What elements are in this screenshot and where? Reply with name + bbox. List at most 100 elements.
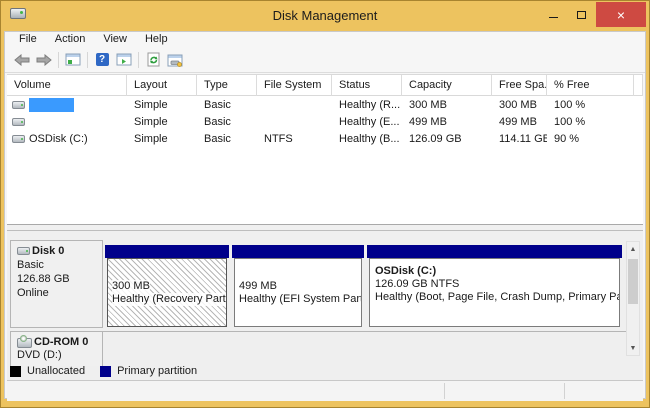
column-header-pct-free[interactable]: % Free bbox=[547, 75, 634, 96]
show-console-tree-button[interactable] bbox=[62, 50, 84, 70]
cell-free-space: 499 MB bbox=[492, 116, 547, 128]
disk0-header-panel[interactable]: Disk 0 Basic 126.88 GB Online bbox=[10, 240, 103, 328]
partition-osdisk[interactable]: OSDisk (C:) 126.09 GB NTFS Healthy (Boot… bbox=[367, 245, 622, 327]
column-header-layout[interactable]: Layout bbox=[127, 75, 197, 96]
refresh-button[interactable] bbox=[142, 50, 164, 70]
cdrom-name: CD-ROM 0 bbox=[34, 336, 88, 349]
disk0-size: 126.88 GB bbox=[17, 272, 102, 286]
cell-status: Healthy (E... bbox=[332, 116, 402, 128]
partition-efi-system[interactable]: 499 MB Healthy (EFI System Partit bbox=[232, 245, 364, 327]
menu-item-action[interactable]: Action bbox=[46, 32, 95, 47]
minimize-button[interactable] bbox=[541, 2, 565, 27]
legend: Unallocated Primary partition bbox=[10, 363, 197, 379]
column-header-capacity[interactable]: Capacity bbox=[402, 75, 492, 96]
cdrom-header-panel[interactable]: CD-ROM 0 DVD (D:) bbox=[10, 332, 103, 366]
partition-name: OSDisk (C:) bbox=[375, 265, 436, 278]
back-arrow-icon bbox=[14, 54, 30, 66]
toolbar-separator bbox=[58, 52, 59, 68]
graphical-view-scrollbar[interactable]: ▲ ▼ bbox=[626, 241, 640, 356]
close-button[interactable]: × bbox=[596, 2, 646, 27]
toolbar-separator bbox=[87, 52, 88, 68]
menubar: File Action View Help bbox=[5, 32, 645, 47]
cell-layout: Simple bbox=[127, 99, 197, 111]
cell-capacity: 499 MB bbox=[402, 116, 492, 128]
pane-splitter[interactable] bbox=[7, 224, 643, 231]
console-tree-icon bbox=[65, 53, 81, 66]
volume-list: Volume Layout Type File System Status Ca… bbox=[7, 74, 643, 224]
minimize-icon bbox=[549, 17, 558, 18]
cell-capacity: 300 MB bbox=[402, 99, 492, 111]
cell-free-space: 300 MB bbox=[492, 99, 547, 111]
graphical-view-pane: Disk 0 Basic 126.88 GB Online 300 MB Hea… bbox=[7, 231, 643, 380]
cell-pct-free: 90 % bbox=[547, 133, 634, 145]
disk0-name: Disk 0 bbox=[32, 244, 64, 258]
client-area: File Action View Help bbox=[4, 31, 646, 399]
help-icon: ? bbox=[96, 53, 109, 66]
table-row-osdisk[interactable]: OSDisk (C:) Simple Basic NTFS Healthy (B… bbox=[7, 130, 643, 147]
cell-free-space: 114.11 GB bbox=[492, 133, 547, 145]
maximize-icon bbox=[577, 11, 586, 19]
partition-color-bar bbox=[367, 245, 622, 258]
cell-layout: Simple bbox=[127, 116, 197, 128]
table-row-efi-volume[interactable]: Simple Basic Healthy (E... 499 MB 499 MB… bbox=[7, 113, 643, 130]
volume-list-header: Volume Layout Type File System Status Ca… bbox=[7, 75, 643, 96]
cell-capacity: 126.09 GB bbox=[402, 133, 492, 145]
column-header-filler bbox=[634, 75, 643, 96]
scroll-down-icon[interactable]: ▼ bbox=[627, 341, 639, 355]
legend-label-unallocated: Unallocated bbox=[27, 365, 85, 377]
toolbar: ? bbox=[5, 47, 645, 73]
volume-drive-icon bbox=[12, 118, 25, 126]
cell-pct-free: 100 % bbox=[547, 99, 634, 111]
primary-partition-swatch bbox=[100, 366, 111, 377]
cell-volume: OSDisk (C:) bbox=[7, 133, 127, 145]
menu-item-file[interactable]: File bbox=[10, 32, 46, 47]
column-header-status[interactable]: Status bbox=[332, 75, 402, 96]
volume-drive-icon bbox=[12, 101, 25, 109]
partition-color-bar bbox=[105, 245, 229, 258]
back-button[interactable] bbox=[11, 50, 33, 70]
refresh-icon bbox=[146, 52, 161, 67]
titlebar[interactable]: Disk Management × bbox=[1, 1, 649, 31]
forward-button[interactable] bbox=[33, 50, 55, 70]
scroll-up-icon[interactable]: ▲ bbox=[627, 242, 639, 256]
volume-drive-icon bbox=[12, 135, 25, 143]
toolbar-separator bbox=[138, 52, 139, 68]
cell-type: Basic bbox=[197, 99, 257, 111]
rescan-disks-button[interactable] bbox=[164, 50, 186, 70]
cell-pct-free: 100 % bbox=[547, 116, 634, 128]
cdrom-drive-icon bbox=[17, 338, 32, 348]
rescan-disks-icon bbox=[167, 53, 183, 67]
cell-type: Basic bbox=[197, 133, 257, 145]
partition-size: 499 MB bbox=[239, 280, 277, 293]
cell-type: Basic bbox=[197, 116, 257, 128]
disk0-status: Online bbox=[17, 286, 102, 300]
selected-volume-name-box[interactable] bbox=[29, 98, 74, 112]
partition-recovery[interactable]: 300 MB Healthy (Recovery Parti bbox=[105, 245, 229, 327]
partition-color-bar bbox=[232, 245, 364, 258]
action-pane-icon bbox=[116, 53, 132, 66]
status-bar-separator bbox=[444, 383, 445, 399]
cdrom-row: CD-ROM 0 DVD (D:) bbox=[10, 331, 627, 365]
table-row-recovery-volume[interactable]: Simple Basic Healthy (R... 300 MB 300 MB… bbox=[7, 96, 643, 113]
disk0-type: Basic bbox=[17, 258, 102, 272]
partition-status: Healthy (EFI System Partit bbox=[239, 293, 362, 306]
menu-item-view[interactable]: View bbox=[94, 32, 136, 47]
show-action-pane-button[interactable] bbox=[113, 50, 135, 70]
partition-status: Healthy (Boot, Page File, Crash Dump, Pr… bbox=[375, 291, 620, 304]
volume-name: OSDisk (C:) bbox=[29, 133, 88, 145]
partition-size: 300 MB bbox=[112, 280, 150, 293]
column-header-type[interactable]: Type bbox=[197, 75, 257, 96]
legend-label-primary-partition: Primary partition bbox=[117, 365, 197, 377]
scrollbar-thumb[interactable] bbox=[628, 259, 638, 304]
cell-volume bbox=[7, 118, 127, 126]
column-header-file-system[interactable]: File System bbox=[257, 75, 332, 96]
menu-item-help[interactable]: Help bbox=[136, 32, 177, 47]
cell-status: Healthy (B... bbox=[332, 133, 402, 145]
status-bar bbox=[7, 380, 643, 401]
column-header-free-space[interactable]: Free Spa... bbox=[492, 75, 547, 96]
cell-status: Healthy (R... bbox=[332, 99, 402, 111]
status-bar-separator bbox=[564, 383, 565, 399]
column-header-volume[interactable]: Volume bbox=[7, 75, 127, 96]
help-button[interactable]: ? bbox=[91, 50, 113, 70]
maximize-button[interactable] bbox=[569, 2, 593, 27]
